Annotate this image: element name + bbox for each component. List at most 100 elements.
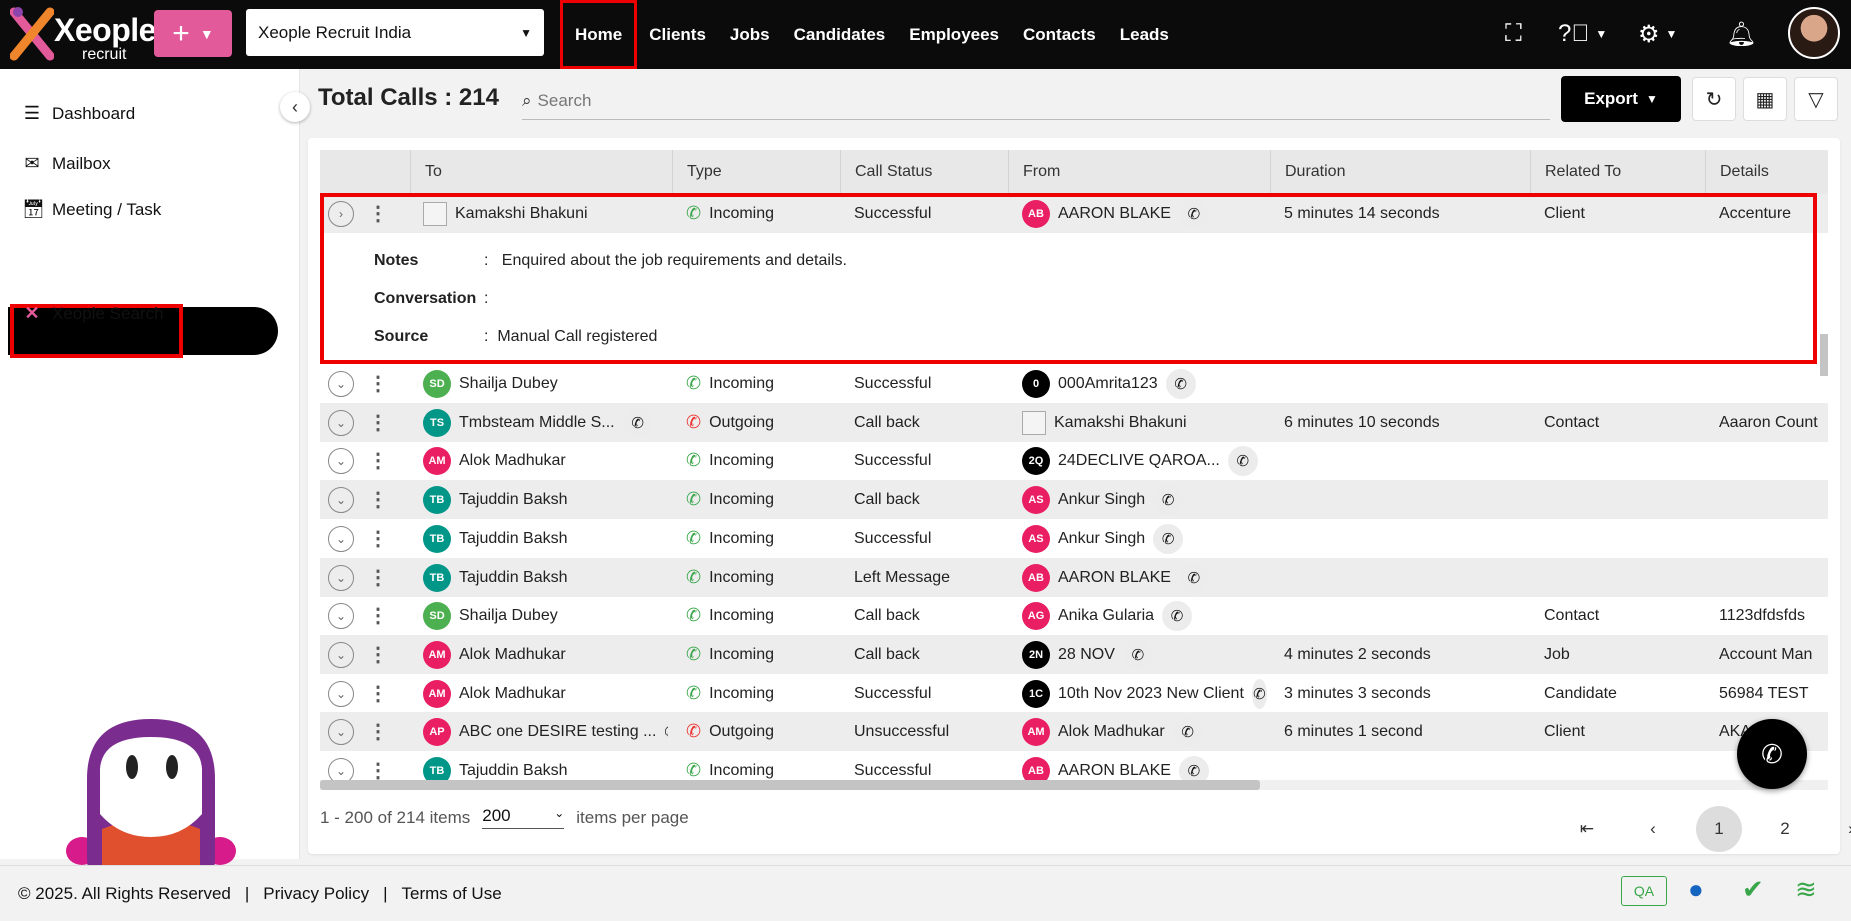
nav-jobs[interactable]: Jobs: [718, 0, 782, 69]
expand-toggle-icon[interactable]: ⌄: [328, 409, 354, 436]
from-name[interactable]: 24DECLIVE QAROA...: [1058, 452, 1220, 470]
expand-toggle-icon[interactable]: ⌄: [328, 370, 354, 397]
phone-icon[interactable]: ✆: [1227, 445, 1258, 476]
from-name[interactable]: AARON BLAKE: [1058, 762, 1171, 780]
expand-toggle-icon[interactable]: ⌄: [328, 602, 354, 629]
to-name[interactable]: Tajuddin Baksh: [459, 762, 568, 780]
nav-home[interactable]: Home: [560, 0, 638, 69]
to-name[interactable]: ABC one DESIRE testing ...: [459, 723, 656, 741]
organization-select[interactable]: Xeople Recruit India ▼: [246, 9, 544, 56]
refresh-button[interactable]: ↻: [1692, 77, 1736, 121]
table-row[interactable]: ⌄ ⋮ AM Alok Madhukar ✆ Incoming Successful…: [320, 441, 1828, 480]
row-menu-icon[interactable]: ⋮: [368, 371, 388, 396]
bell-icon[interactable]: 🔔︎: [1726, 14, 1756, 54]
table-row[interactable]: ⌄ ⋮ SD Shailja Dubey ✆ Incoming Successful…: [320, 364, 1828, 403]
from-name[interactable]: Ankur Singh: [1058, 530, 1145, 548]
expand-toggle-icon[interactable]: ⌄: [328, 525, 354, 552]
to-name[interactable]: Alok Madhukar: [459, 685, 566, 703]
page-button-1[interactable]: 1: [1696, 806, 1742, 852]
nav-leads[interactable]: Leads: [1108, 0, 1181, 69]
to-name[interactable]: Tmbsteam Middle S...: [459, 414, 615, 432]
phone-icon[interactable]: ✆: [1178, 562, 1209, 593]
vertical-scrollbar[interactable]: [1820, 334, 1828, 376]
nav-clients[interactable]: Clients: [637, 0, 718, 69]
scrollbar-thumb[interactable]: [320, 780, 1260, 790]
to-name[interactable]: Alok Madhukar: [459, 452, 566, 470]
table-row[interactable]: ⌄ ⋮ AM Alok Madhukar ✆ Incoming Successful…: [320, 674, 1828, 713]
fullscreen-icon[interactable]: ⛶: [1505, 14, 1522, 54]
nav-contacts[interactable]: Contacts: [1011, 0, 1108, 69]
details[interactable]: 56984 TEST: [1719, 685, 1809, 703]
column-header-from[interactable]: From: [1008, 150, 1270, 194]
expand-toggle-icon[interactable]: ⌄: [328, 447, 354, 474]
to-name[interactable]: Tajuddin Baksh: [459, 569, 568, 587]
phone-icon[interactable]: ✆: [1122, 639, 1153, 670]
details[interactable]: 1123dfdsfds: [1719, 607, 1805, 625]
row-menu-icon[interactable]: ⋮: [368, 487, 388, 512]
page-button-2[interactable]: 2: [1762, 806, 1808, 852]
row-menu-icon[interactable]: ⋮: [368, 719, 388, 744]
column-header-type[interactable]: Type: [672, 150, 840, 194]
row-menu-icon[interactable]: ⋮: [368, 565, 388, 590]
xeople-logo[interactable]: Xeople recruit: [10, 2, 156, 66]
column-header-details[interactable]: Details: [1705, 150, 1828, 194]
phone-icon[interactable]: ✆: [1153, 523, 1184, 554]
help-menu[interactable]: ?⃝ ▼: [1558, 14, 1607, 54]
column-header-duration[interactable]: Duration: [1270, 150, 1530, 194]
next-page-icon[interactable]: ›: [1828, 806, 1851, 852]
phone-icon[interactable]: ✆: [1162, 600, 1193, 631]
per-page-select[interactable]: 200 ⌄: [482, 806, 565, 829]
nav-employees[interactable]: Employees: [897, 0, 1011, 69]
filter-button[interactable]: ▽: [1794, 77, 1838, 121]
from-name[interactable]: Anika Gularia: [1058, 607, 1154, 625]
column-header-to[interactable]: To: [410, 150, 672, 194]
to-name[interactable]: Tajuddin Baksh: [459, 491, 568, 509]
prev-page-icon[interactable]: ‹: [1630, 806, 1676, 852]
collapse-sidebar-button[interactable]: ‹: [280, 92, 310, 122]
table-row[interactable]: ⌄ ⋮ TB Tajuddin Baksh ✆ Incoming Successfu…: [320, 519, 1828, 558]
table-row[interactable]: ⌄ ⋮ SD Shailja Dubey ✆ Incoming Call back …: [320, 596, 1828, 635]
phone-icon[interactable]: ✆: [1172, 716, 1203, 747]
sidebar-item-call-history[interactable]: ⟲ Call History: [22, 253, 146, 274]
terms-link[interactable]: Terms of Use: [402, 884, 502, 904]
user-avatar[interactable]: [1788, 7, 1840, 59]
row-menu-icon[interactable]: ⋮: [368, 681, 388, 706]
phone-icon[interactable]: ✆: [1153, 484, 1184, 515]
row-menu-icon[interactable]: ⋮: [368, 642, 388, 667]
row-menu-icon[interactable]: ⋮: [368, 448, 388, 473]
details[interactable]: Account Man: [1719, 646, 1812, 664]
first-page-icon[interactable]: ⇤: [1564, 806, 1610, 852]
search-field[interactable]: ⌕ Search: [522, 82, 1550, 120]
quick-add-button[interactable]: + ▼: [154, 10, 232, 57]
phone-icon[interactable]: ✆: [1165, 368, 1196, 399]
table-row[interactable]: ⌄ ⋮ AP ABC one DESIRE testing ... ✆ ✆ Outgo…: [320, 712, 1828, 751]
expand-toggle-icon[interactable]: ⌄: [328, 718, 354, 745]
to-name[interactable]: Shailja Dubey: [459, 375, 558, 393]
add-call-button[interactable]: ✆: [1737, 719, 1807, 789]
table-row[interactable]: ⌄ ⋮ TB Tajuddin Baksh ✆ Incoming Left Mess…: [320, 558, 1828, 597]
from-name[interactable]: 10th Nov 2023 New Client: [1058, 685, 1244, 703]
row-menu-icon[interactable]: ⋮: [368, 410, 388, 435]
nav-candidates[interactable]: Candidates: [782, 0, 898, 69]
from-name[interactable]: AARON BLAKE: [1058, 569, 1171, 587]
row-menu-icon[interactable]: ⋮: [368, 603, 388, 628]
user-circle-icon[interactable]: ●: [1688, 874, 1704, 905]
phone-icon[interactable]: ✆: [664, 716, 668, 747]
calendar-button[interactable]: ▦: [1743, 77, 1787, 121]
settings-menu[interactable]: ⚙ ▼: [1638, 14, 1677, 54]
row-menu-icon[interactable]: ⋮: [368, 526, 388, 551]
expand-toggle-icon[interactable]: ⌄: [328, 680, 354, 707]
table-row[interactable]: ⌄ ⋮ TB Tajuddin Baksh ✆ Incoming Call back…: [320, 480, 1828, 519]
expand-toggle-icon[interactable]: ⌄: [328, 564, 354, 591]
sidebar-item-xeople-search[interactable]: ✕ Xeople Search: [22, 303, 163, 324]
check-circle-icon[interactable]: ✔: [1742, 874, 1764, 905]
phone-icon[interactable]: ✆: [1251, 678, 1267, 709]
sidebar-item-mailbox[interactable]: ✉ Mailbox: [22, 153, 110, 174]
export-button[interactable]: Export ▼: [1561, 76, 1681, 122]
horizontal-scrollbar[interactable]: [320, 780, 1828, 790]
to-name[interactable]: Tajuddin Baksh: [459, 530, 568, 548]
from-name[interactable]: 28 NOV: [1058, 646, 1115, 664]
table-row[interactable]: ⌄ ⋮ AM Alok Madhukar ✆ Incoming Call back …: [320, 635, 1828, 674]
from-name[interactable]: Alok Madhukar: [1058, 723, 1165, 741]
sidebar-item-dashboard[interactable]: ☰ Dashboard: [22, 103, 135, 124]
